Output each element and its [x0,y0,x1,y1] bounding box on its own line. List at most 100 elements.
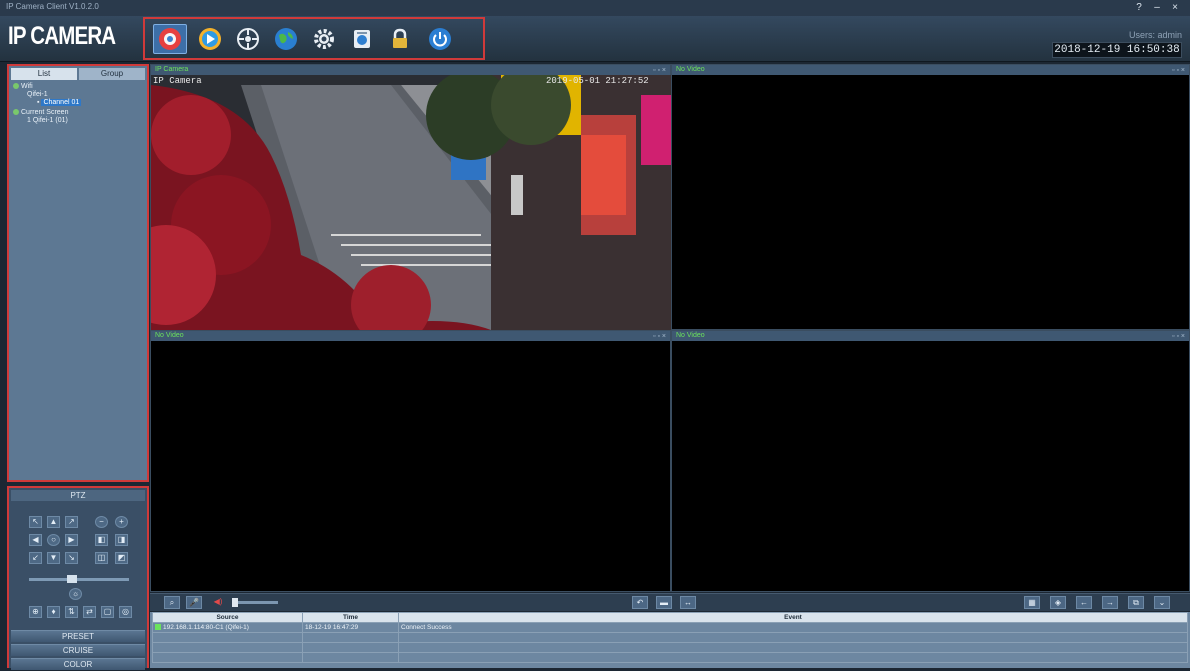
talk-icon[interactable]: 🎤 [186,596,202,609]
log-header-time[interactable]: Time [302,612,399,623]
iris-close-icon[interactable]: ◫ [95,552,108,564]
aux-icon[interactable]: ♦ [47,606,60,618]
ptz-auto-button[interactable]: ○ [47,534,60,546]
lock-icon [393,28,407,48]
tree-item-channel[interactable]: ▪ Channel 01 [37,99,82,106]
tree-item-device[interactable]: Qifei-1 [27,91,48,98]
log-cell-source [152,642,303,653]
volume-knob[interactable] [232,598,238,607]
log-cell-time [302,652,399,663]
table-row[interactable] [152,652,1188,663]
cell-controls-icon[interactable]: ▫ ▫ × [1172,66,1185,76]
tree-item-screen-channel[interactable]: 1 Qifei-1 (01) [27,117,68,124]
window-titlebar: IP Camera Client V1.0.2.0 ? – × [0,0,1190,16]
local-record-icon [354,30,370,48]
zoom-out-icon[interactable]: − [95,516,108,528]
capture-icon[interactable]: ▬ [656,596,672,609]
help-button[interactable]: ? [1132,1,1146,14]
playback-control-bar: ⌕ 🎤 ◀) ↶ ▬ ↔ ▦ ◈ ← → ⧉ ⌄ [150,593,1190,611]
ptz-up-button[interactable]: ▲ [47,516,60,528]
log-cell-time [302,632,399,643]
local-record-button[interactable] [345,24,379,54]
expand-log-icon[interactable]: ⌄ [1154,596,1170,609]
tab-group[interactable]: Group [79,68,145,80]
ptz-up-left-button[interactable]: ↖ [29,516,42,528]
ptz-left-button[interactable]: ◀ [29,534,42,546]
minimize-button[interactable]: – [1150,1,1164,14]
live-view-button[interactable] [153,24,187,54]
log-cell-source [152,652,303,663]
network-button[interactable] [269,24,303,54]
settings-gear-icon [314,29,334,49]
event-log: Source Time Event 192.168.1.114:80-C1 (Q… [150,612,1190,668]
ptz-speed-knob[interactable] [67,575,77,583]
wiper-icon[interactable]: ⊕ [29,606,42,618]
table-row[interactable] [152,642,1188,653]
status-ok-icon [155,624,161,631]
video-cell-status: No Video [676,66,705,73]
preset-button[interactable]: PRESET [11,630,145,642]
log-cell-event [398,652,1188,663]
video-cell-status: No Video [676,332,705,339]
lock-button[interactable] [383,24,417,54]
flip-icon[interactable]: ⇅ [65,606,78,618]
table-row[interactable]: 192.168.1.114:80-C1 (Qifei-1) 18-12-19 1… [152,622,1188,633]
ptz-down-left-button[interactable]: ↙ [29,552,42,564]
video-cell-4[interactable]: No Video ▫ ▫ × [671,330,1190,592]
iris-open-icon[interactable]: ◩ [115,552,128,564]
color-button[interactable]: COLOR [11,658,145,670]
stretch-icon[interactable]: ↔ [680,596,696,609]
ptz-speed-slider[interactable] [29,578,129,581]
video-cell-status-bar: IP Camera ▫ ▫ × [151,65,670,75]
tab-list[interactable]: List [11,68,77,80]
fullscreen-icon[interactable]: ◈ [1050,596,1066,609]
event-log-table: Source Time Event 192.168.1.114:80-C1 (Q… [152,612,1188,663]
close-button[interactable]: × [1168,1,1182,14]
ptz-right-button[interactable]: ▶ [65,534,78,546]
rewind-icon[interactable]: ↶ [632,596,648,609]
search-icon[interactable]: ⌕ [164,596,180,609]
volume-icon[interactable]: ◀) [210,596,226,609]
app-header: IP CAMERA Users: admin 2018-12-19 16:50:… [0,16,1190,62]
multi-window-icon[interactable]: ⧉ [1128,596,1144,609]
next-page-icon[interactable]: → [1102,596,1118,609]
clock-display: 2018-12-19 16:50:38 [1052,42,1182,58]
mirror-icon[interactable]: ⇄ [83,606,96,618]
snapshot-icon[interactable]: ▢ [101,606,114,618]
layout-grid-icon[interactable]: ▦ [1024,596,1040,609]
playback-button[interactable] [193,24,227,54]
settings-button[interactable] [307,24,341,54]
cell-controls-icon[interactable]: ▫ ▫ × [653,332,666,342]
focus-near-icon[interactable]: ◧ [95,534,108,546]
ptz-down-button[interactable]: ▼ [47,552,60,564]
focus-far-icon[interactable]: ◨ [115,534,128,546]
power-button[interactable] [423,24,457,54]
video-cell-3[interactable]: No Video ▫ ▫ × [150,330,671,592]
ptz-control-icon [237,28,259,50]
zoom-in-icon[interactable]: + [115,516,128,528]
light-icon[interactable]: ☼ [69,588,82,600]
tree-item-wifi[interactable]: Wifi [13,83,33,90]
cell-controls-icon[interactable]: ▫ ▫ × [1172,332,1185,342]
app-logo: IP CAMERA [8,22,116,50]
cruise-button[interactable]: CRUISE [11,644,145,656]
table-row[interactable] [152,632,1188,643]
video-cell-2[interactable]: No Video ▫ ▫ × [671,64,1190,330]
live-view-icon [159,28,181,50]
video-cell-1[interactable]: IP Camera ▫ ▫ × IP Camera 2019-05-01 21:… [150,64,672,330]
prev-page-icon[interactable]: ← [1076,596,1092,609]
playback-icon [199,28,221,50]
video-cell-status-bar: No Video ▫ ▫ × [672,331,1189,341]
device-list-panel: List Group Wifi Qifei-1 ▪ Channel 01 Cur… [7,64,149,482]
camera-feed-image: IP Camera 2019-05-01 21:27:52 [151,75,672,330]
video-cell-status-bar: No Video ▫ ▫ × [151,331,670,341]
ptz-control-button[interactable] [231,24,265,54]
tree-item-current-screen[interactable]: Current Screen [13,109,68,116]
record-icon[interactable]: ◎ [119,606,132,618]
ptz-down-right-button[interactable]: ↘ [65,552,78,564]
log-header-source[interactable]: Source [152,612,303,623]
volume-slider[interactable] [232,601,278,604]
ptz-up-right-button[interactable]: ↗ [65,516,78,528]
log-header-event[interactable]: Event [398,612,1188,623]
ptz-panel: PTZ ↖ ▲ ↗ ◀ ○ ▶ ↙ ▼ ↘ − + ◧ ◨ ◫ ◩ ☼ ⊕ ♦ … [7,486,149,670]
